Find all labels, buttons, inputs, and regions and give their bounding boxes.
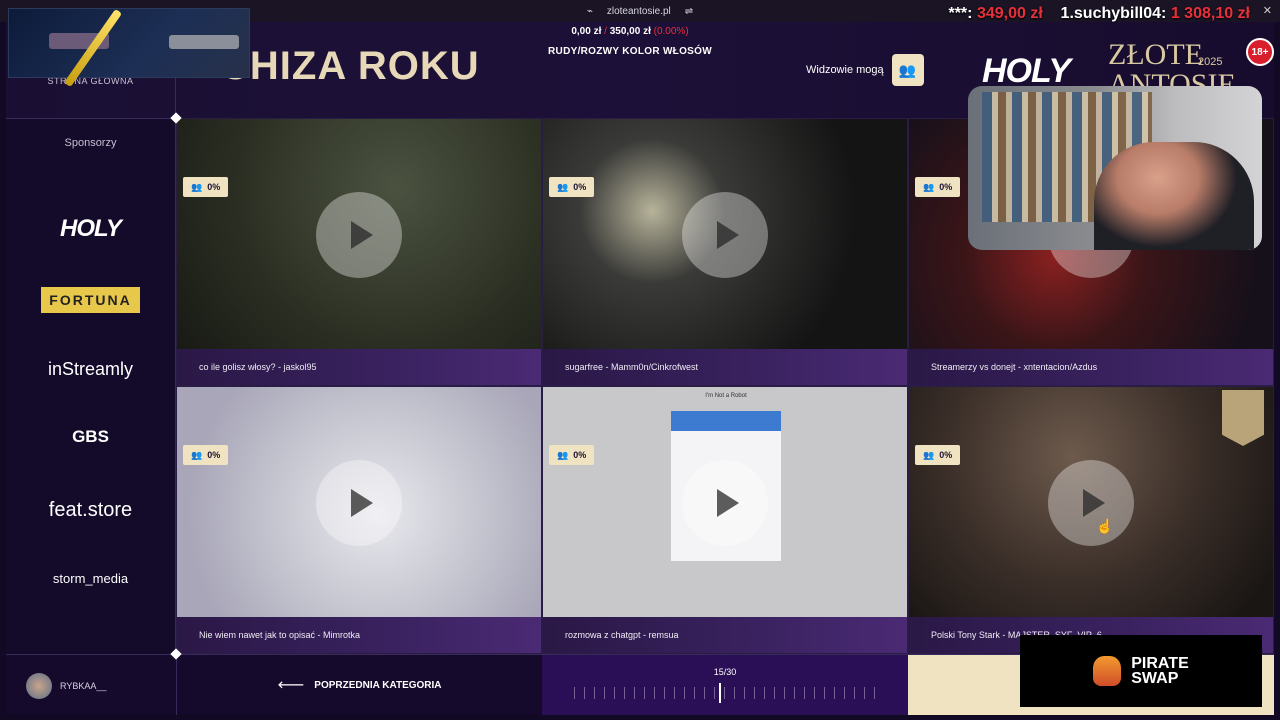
play-button[interactable] <box>316 460 402 546</box>
video-tile[interactable]: I'm Not a Robot 👥 0% rozmowa z chatgpt - … <box>542 386 908 654</box>
link-icon[interactable]: ⌁ <box>587 6 593 17</box>
user-profile[interactable]: RYBKAA__ <box>26 673 106 699</box>
previous-category-label: POPRZEDNIA KATEGORIA <box>314 679 442 691</box>
close-icon[interactable]: ✕ <box>1263 4 1272 17</box>
stats-sep: / <box>604 26 607 37</box>
webcam-person <box>1094 142 1254 250</box>
sponsor-featstore[interactable]: feat.store <box>6 499 175 522</box>
event-year: 2025 <box>1198 56 1223 68</box>
sponsor-fortuna[interactable]: FORTUNA <box>41 287 140 313</box>
users-icon: 👥 <box>557 449 569 460</box>
video-tile[interactable]: 👥 0% co ile golisz włosy? - jaskol95 <box>176 118 542 386</box>
settings-icon[interactable]: ⇌ <box>685 6 693 17</box>
progress-ticks[interactable] <box>574 687 876 699</box>
avatar[interactable] <box>26 673 52 699</box>
sponsor-holy[interactable]: HOLY <box>6 215 175 243</box>
pirate-logo-icon <box>1093 656 1122 686</box>
donation-prefix-amount: 349,00 zł <box>976 5 1043 22</box>
video-caption: sugarfree - Mamm0n/Cinkrofwest <box>543 349 907 385</box>
video-tile[interactable]: 👥 0% sugarfree - Mamm0n/Cinkrofwest <box>542 118 908 386</box>
users-icon: 👥 <box>191 181 203 192</box>
play-button[interactable] <box>682 460 768 546</box>
stream-overlay-thumbnail <box>8 8 250 88</box>
users-icon: 👥 <box>891 54 924 86</box>
play-button[interactable] <box>682 192 768 278</box>
streamer-webcam <box>968 86 1262 250</box>
weapon-image <box>169 35 239 49</box>
video-tile[interactable]: 👥 0% Polski Tony Stark - MAJSTER_SYF_VIP_… <box>908 386 1274 654</box>
sponsor-gbs[interactable]: GBS <box>6 427 175 447</box>
users-icon: 👥 <box>923 449 935 460</box>
video-caption: Streamerzy vs donejt - xntentacion/Azdus <box>909 349 1273 385</box>
age-badge: 18+ <box>1246 38 1274 66</box>
arrow-left-icon: 🡐 <box>277 680 305 691</box>
video-caption: Nie wiem nawet jak to opisać - Mimrotka <box>177 617 541 653</box>
app-root: ⌁ zloteantosie.pl ⇌ – ✕ STRONA GŁÓWNA CH… <box>0 0 1280 720</box>
funding-stats: 0,00 zł / 350,00 zł (0.00%) <box>540 26 720 37</box>
donation-prefix: ***: <box>948 5 973 22</box>
vote-percent-badge: 👥 0% <box>183 177 229 197</box>
sponsor-stormmedia[interactable]: storm_media <box>6 571 175 586</box>
sponsors-title: Sponsorzy <box>64 137 117 149</box>
captcha-title: I'm Not a Robot <box>705 393 747 399</box>
vote-percent-badge: 👥 0% <box>549 445 595 465</box>
donation-leader-amount: 1 308,10 zł <box>1170 5 1250 22</box>
vote-percent-badge: 👥 0% <box>915 177 961 197</box>
vote-percent-badge: 👥 0% <box>915 445 961 465</box>
stats-percent: (0.00%) <box>653 26 689 37</box>
category-progress: 15/30 <box>542 655 908 715</box>
username: RYBKAA__ <box>60 681 107 691</box>
url-text[interactable]: zloteantosie.pl <box>607 6 671 17</box>
previous-category-button[interactable]: 🡐 POPRZEDNIA KATEGORIA <box>176 655 542 715</box>
donation-leader: 1.suchybill04: <box>1060 5 1167 22</box>
pointer-cursor-icon: ☝ <box>1096 518 1114 534</box>
vote-percent-badge: 👥 0% <box>549 177 595 197</box>
category-counter: 15/30 <box>713 667 737 677</box>
stats-current: 0,00 zł <box>571 26 602 37</box>
vote-percent-badge: 👥 0% <box>183 445 229 465</box>
stats-goal: 350,00 zł <box>609 26 651 37</box>
pirateswap-label: PIRATE SWAP <box>1131 655 1189 687</box>
viewers-vote-button[interactable]: Widzowie mogą 👥 <box>806 54 924 86</box>
play-button[interactable] <box>316 192 402 278</box>
video-caption: co ile golisz włosy? - jaskol95 <box>177 349 541 385</box>
pirateswap-ad[interactable]: PIRATE SWAP <box>1020 635 1262 707</box>
sponsor-instreamly[interactable]: inStreamly <box>6 359 175 380</box>
users-icon: 👥 <box>923 181 935 192</box>
page-title: CHIZA ROKU <box>220 44 480 88</box>
category-name: RUDY/ROZWY KOLOR WŁOSÓW <box>548 46 712 57</box>
video-caption: rozmowa z chatgpt - remsua <box>543 617 907 653</box>
viewer-avatar-icon <box>1222 390 1264 446</box>
viewers-label: Widzowie mogą <box>806 64 884 76</box>
users-icon: 👥 <box>557 181 569 192</box>
sponsors-sidebar: Sponsorzy HOLY FORTUNA inStreamly GBS fe… <box>6 118 176 654</box>
play-button[interactable] <box>1048 460 1134 546</box>
donation-ticker: ***: 349,00 zł 1.suchybill04: 1 308,10 z… <box>948 5 1250 23</box>
users-icon: 👥 <box>191 449 203 460</box>
video-tile[interactable]: 👥 0% Nie wiem nawet jak to opisać - Mimro… <box>176 386 542 654</box>
progress-cursor[interactable] <box>719 683 721 703</box>
